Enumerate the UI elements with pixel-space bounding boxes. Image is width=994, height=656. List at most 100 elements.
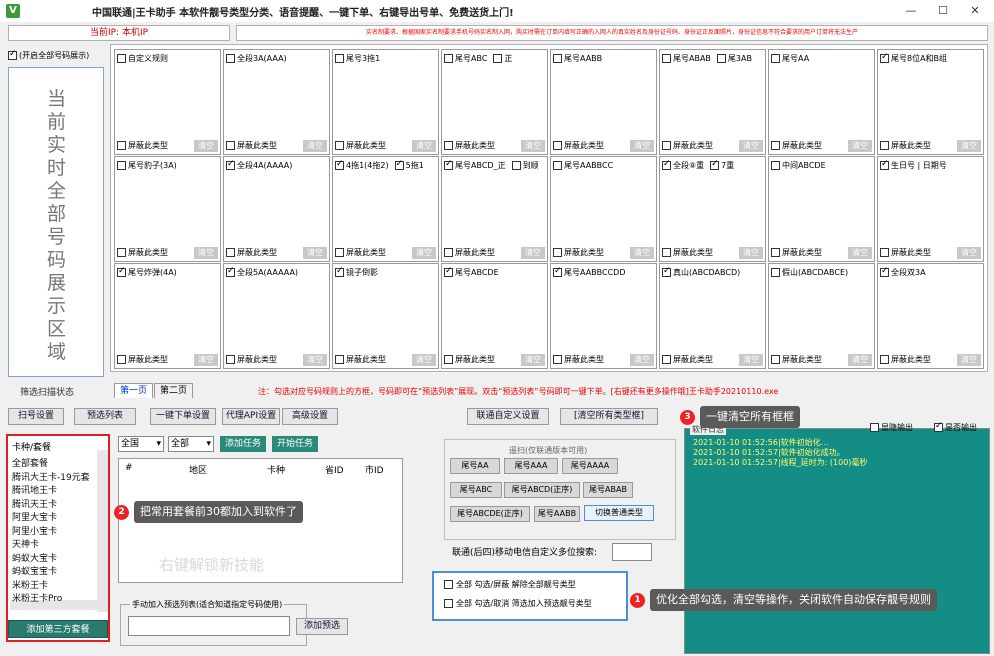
type-option[interactable]: 自定义规则 xyxy=(117,53,168,64)
type-option[interactable]: 全段3A(AAA) xyxy=(226,53,287,64)
clear-cell-button[interactable]: 清空 xyxy=(739,140,763,152)
type-checkbox[interactable] xyxy=(444,159,453,170)
type-option[interactable]: 尾号3拖1 xyxy=(335,53,380,64)
show-all-toggle[interactable]: (开启全部号码展示) xyxy=(8,49,89,61)
type-option[interactable]: 尾号AA xyxy=(771,53,809,64)
type-option-secondary[interactable]: 尾3AB xyxy=(716,53,752,64)
clear-cell-button[interactable]: 清空 xyxy=(521,140,545,152)
add-third-party-plan-button[interactable]: 添加第三方套餐 xyxy=(8,620,108,638)
type-checkbox[interactable] xyxy=(117,266,126,277)
one-click-order-button[interactable]: 一键下单设置 xyxy=(150,408,216,425)
type-option-secondary[interactable]: 7重 xyxy=(710,159,734,171)
type-select[interactable]: 全部 ▾ xyxy=(168,436,214,452)
block-type-checkbox[interactable] xyxy=(226,248,235,257)
type-option-secondary[interactable]: 5拖1 xyxy=(394,159,424,171)
card-plan-item[interactable]: 腾讯大王卡-19元套 xyxy=(12,470,96,483)
clear-cell-button[interactable]: 清空 xyxy=(194,140,218,152)
card-plan-item[interactable]: 腾讯天王卡 xyxy=(12,497,96,510)
block-type-checkbox[interactable] xyxy=(226,141,235,150)
scan-settings-button[interactable]: 扫号设置 xyxy=(8,408,64,425)
block-type-option[interactable]: 屏蔽此类型 xyxy=(553,247,604,258)
type-checkbox[interactable] xyxy=(880,52,889,63)
clear-cell-button[interactable]: 清空 xyxy=(194,354,218,366)
block-type-option[interactable]: 屏蔽此类型 xyxy=(553,140,604,151)
block-type-option[interactable]: 屏蔽此类型 xyxy=(335,247,386,258)
type-checkbox[interactable] xyxy=(771,268,780,277)
clear-cell-button[interactable]: 清空 xyxy=(957,140,981,152)
block-type-option[interactable]: 屏蔽此类型 xyxy=(226,247,277,258)
type-option[interactable]: 尾号炸弹(4A) xyxy=(117,266,177,278)
type-checkbox[interactable] xyxy=(335,54,344,63)
block-type-checkbox[interactable] xyxy=(117,355,126,364)
block-type-checkbox[interactable] xyxy=(880,141,889,150)
block-type-checkbox[interactable] xyxy=(880,355,889,364)
type-option[interactable]: 尾号豹子(3A) xyxy=(117,160,177,171)
advanced-settings-button[interactable]: 高级设置 xyxy=(282,408,338,425)
block-type-option[interactable]: 屏蔽此类型 xyxy=(880,354,931,365)
type-checkbox[interactable] xyxy=(662,54,671,63)
type-secondary-checkbox[interactable] xyxy=(710,159,720,170)
type-secondary-checkbox[interactable] xyxy=(493,54,503,63)
block-type-checkbox[interactable] xyxy=(771,248,780,257)
block-type-option[interactable]: 屏蔽此类型 xyxy=(771,247,822,258)
switch-normal-type-button[interactable]: 切换普通类型 xyxy=(584,505,654,521)
type-checkbox[interactable] xyxy=(662,159,671,170)
block-type-option[interactable]: 屏蔽此类型 xyxy=(226,354,277,365)
block-type-option[interactable]: 屏蔽此类型 xyxy=(662,140,713,151)
type-secondary-checkbox[interactable] xyxy=(394,159,404,170)
type-checkbox[interactable] xyxy=(226,266,235,277)
clear-cell-button[interactable]: 清空 xyxy=(630,354,654,366)
block-type-option[interactable]: 屏蔽此类型 xyxy=(880,247,931,258)
block-type-checkbox[interactable] xyxy=(771,355,780,364)
card-plan-item[interactable]: 全部套餐 xyxy=(12,456,96,469)
tail-abcd-button[interactable]: 尾号ABCD(正序) xyxy=(504,482,580,498)
block-type-option[interactable]: 屏蔽此类型 xyxy=(444,354,495,365)
type-checkbox[interactable] xyxy=(335,266,344,277)
type-option[interactable]: 尾号AABBCCDD xyxy=(553,266,626,278)
output-checkbox[interactable] xyxy=(934,421,943,432)
clear-cell-button[interactable]: 清空 xyxy=(848,140,872,152)
block-type-option[interactable]: 屏蔽此类型 xyxy=(662,247,713,258)
block-type-checkbox[interactable] xyxy=(553,248,562,257)
block-type-option[interactable]: 屏蔽此类型 xyxy=(335,354,386,365)
block-type-option[interactable]: 屏蔽此类型 xyxy=(117,140,168,151)
block-type-option[interactable]: 屏蔽此类型 xyxy=(444,247,495,258)
block-type-option[interactable]: 屏蔽此类型 xyxy=(226,140,277,151)
type-checkbox[interactable] xyxy=(226,159,235,170)
hide-output-checkbox[interactable] xyxy=(870,423,879,432)
start-task-button[interactable]: 开始任务 xyxy=(272,436,318,452)
card-plan-item[interactable]: 天神卡 xyxy=(12,537,96,550)
type-checkbox[interactable] xyxy=(335,159,344,170)
type-checkbox[interactable] xyxy=(880,159,889,170)
block-type-checkbox[interactable] xyxy=(335,248,344,257)
block-type-checkbox[interactable] xyxy=(444,248,453,257)
region-select[interactable]: 全国 ▾ xyxy=(118,436,164,452)
clear-cell-button[interactable]: 清空 xyxy=(521,354,545,366)
type-option[interactable]: 尾号ABCD_正 到顺 xyxy=(444,159,539,171)
block-type-checkbox[interactable] xyxy=(444,141,453,150)
block-type-checkbox[interactable] xyxy=(662,248,671,257)
tail-abab-button[interactable]: 尾号ABAB xyxy=(583,482,633,498)
block-type-option[interactable]: 屏蔽此类型 xyxy=(771,140,822,151)
maximize-button[interactable]: ☐ xyxy=(928,2,958,20)
card-plan-item[interactable]: 腾讯地王卡 xyxy=(12,483,96,496)
type-option[interactable]: 4拖1(4拖2) 5拖1 xyxy=(335,159,424,171)
minimize-button[interactable]: — xyxy=(896,2,926,20)
clear-cell-button[interactable]: 清空 xyxy=(848,247,872,259)
show-all-checkbox[interactable] xyxy=(8,49,17,60)
multi-digit-search-input[interactable] xyxy=(612,543,652,561)
card-list-vscrollbar[interactable] xyxy=(97,450,108,612)
block-type-checkbox[interactable] xyxy=(335,355,344,364)
type-option[interactable]: 尾号ABAB 尾3AB xyxy=(662,53,752,64)
tail-abc-button[interactable]: 尾号ABC xyxy=(450,482,502,498)
clear-cell-button[interactable]: 清空 xyxy=(739,247,763,259)
clear-cell-button[interactable]: 清空 xyxy=(412,354,436,366)
type-checkbox[interactable] xyxy=(117,161,126,170)
block-type-checkbox[interactable] xyxy=(880,248,889,257)
tail-aa-button[interactable]: 尾号AA xyxy=(450,458,500,474)
preselect-list-button[interactable]: 预选列表 xyxy=(74,408,136,425)
close-button[interactable]: ✕ xyxy=(960,2,990,20)
clear-cell-button[interactable]: 清空 xyxy=(957,247,981,259)
bulk-block-checkbox[interactable] xyxy=(444,580,453,589)
type-option[interactable]: 真山(ABCDABCD) xyxy=(662,266,740,278)
